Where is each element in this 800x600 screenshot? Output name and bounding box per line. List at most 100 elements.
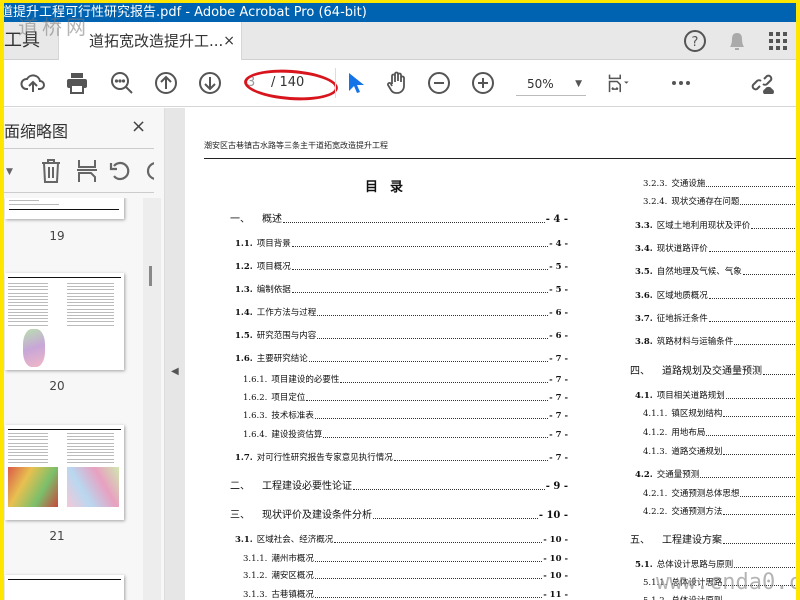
- toc-entry-number: 1.7.: [235, 453, 253, 463]
- toc-entry[interactable]: 3.4. 现状道路评价: [635, 242, 796, 254]
- toc-entry[interactable]: 1.6.3. 技术标准表 - 7 -: [243, 409, 568, 421]
- page-thumbnail[interactable]: [5, 273, 124, 370]
- toc-entry-title: 区域地质概况: [656, 291, 708, 301]
- close-panel-button[interactable]: ×: [131, 116, 146, 137]
- page-thumbnail[interactable]: [5, 198, 124, 219]
- toc-title: 目录: [365, 180, 416, 195]
- divider: [4, 148, 154, 149]
- toc-entry[interactable]: 二、 工程建设必要性论证 - 9 -: [230, 477, 568, 492]
- toc-entry[interactable]: 1.4. 工作方法与过程 - 6 -: [235, 306, 568, 318]
- tab-document[interactable]: 道拓宽改造提升工... ×: [58, 22, 242, 60]
- toc-entry[interactable]: 1.6.1. 项目建设的必要性 - 7 -: [243, 373, 568, 385]
- toc-entry-page: - 7 -: [549, 393, 568, 403]
- zoom-in-icon[interactable]: [470, 70, 496, 96]
- toc-leader-dots: [393, 460, 549, 461]
- close-tab-button[interactable]: ×: [223, 22, 235, 60]
- page-fit-icon[interactable]: [608, 70, 642, 96]
- toc-leader-dots: [708, 321, 796, 322]
- toc-entry[interactable]: 4.1. 项目相关道路规划: [635, 389, 796, 401]
- toc-entry[interactable]: 4.2. 交通量预测: [635, 468, 796, 480]
- pdf-page: 潮安区古巷镇古水路等三条主干道拓宽改造提升工程 目录 一、 概述 - 4 -1.1.…: [185, 108, 796, 600]
- toc-entry[interactable]: 1.6.4. 建设投资估算 - 7 -: [243, 428, 568, 440]
- toc-entry[interactable]: 四、 道路规划及交通量预测: [630, 362, 796, 377]
- toc-entry[interactable]: 3.1.3. 古巷镇概况 - 11 -: [243, 588, 568, 600]
- toc-entry[interactable]: 4.1.2. 用地布局: [643, 426, 796, 438]
- toc-entry[interactable]: 3.3. 区域土地利用现状及评价: [635, 219, 796, 231]
- toc-leader-dots: [763, 374, 796, 375]
- toc-entry[interactable]: 1.2. 项目概况 - 5 -: [235, 260, 568, 272]
- select-cursor-icon[interactable]: [342, 70, 368, 96]
- toc-entry[interactable]: 三、 现状评价及建设条件分析 - 10 -: [230, 506, 568, 521]
- chevron-down-icon: ▼: [575, 79, 582, 89]
- toc-entry[interactable]: 1.6. 主要研究结论 - 7 -: [235, 352, 568, 364]
- thumbnail-text-line: [67, 305, 114, 307]
- toc-entry[interactable]: 4.1.1. 镇区规划结构: [643, 407, 796, 419]
- thumbnail-text-line: [67, 283, 114, 284]
- more-options-icon[interactable]: [668, 70, 694, 96]
- next-page-icon[interactable]: [197, 70, 223, 96]
- rotate-clockwise-icon[interactable]: [144, 158, 154, 186]
- toc-entry-title: 现状交通存在问题: [671, 197, 740, 207]
- toc-entry[interactable]: 4.2.1. 交通预测总体思想: [643, 487, 796, 499]
- toc-entry[interactable]: 3.1. 区域社会、经济概况 - 10 -: [235, 533, 568, 545]
- toc-entry-number: 3.3.: [635, 221, 653, 231]
- divider: [4, 192, 154, 193]
- toc-entry-title: 潮州市概况: [271, 554, 314, 564]
- toc-entry[interactable]: 5.1. 总体设计思路与原则: [635, 558, 796, 570]
- options-dropdown-icon[interactable]: ▼: [6, 158, 13, 186]
- zoom-level-dropdown[interactable]: 50% ▼: [516, 72, 586, 96]
- panel-title: 页面缩略图: [4, 122, 69, 141]
- toc-entry-number: 1.6.4.: [243, 430, 268, 440]
- page-thumbnail[interactable]: [5, 575, 124, 600]
- toc-entry-number: 一、: [230, 214, 250, 225]
- thumbnail-text-line: [8, 439, 48, 441]
- panel-collapse-gutter[interactable]: ◀: [165, 108, 185, 600]
- toc-leader-dots: [317, 338, 549, 339]
- help-icon[interactable]: ?: [682, 28, 708, 54]
- toc-entry[interactable]: 五、 工程建设方案: [630, 531, 796, 546]
- toc-entry-title: 道路规划及交通量预测: [662, 366, 762, 377]
- toc-entry[interactable]: 4.2.2. 交通预测方法: [643, 505, 796, 517]
- toc-entry[interactable]: 3.1.1. 潮州市概况 - 10 -: [243, 552, 568, 564]
- header-rule: [204, 158, 796, 159]
- toc-entry[interactable]: 4.1.3. 道路交通规划: [643, 445, 796, 457]
- toc-entry-title: 交通量预测: [656, 470, 700, 480]
- tab-tools[interactable]: 工具: [4, 22, 40, 60]
- toc-entry[interactable]: 3.7. 征地拆迁条件: [635, 312, 796, 324]
- collapse-arrow-icon[interactable]: ◀: [171, 366, 179, 377]
- print-icon[interactable]: [64, 70, 90, 96]
- toc-entry[interactable]: 3.6. 区域地质概况: [635, 289, 796, 301]
- toc-entry[interactable]: 1.1. 项目背景 - 4 -: [235, 237, 568, 249]
- search-zoom-icon[interactable]: [109, 70, 135, 96]
- title-bar: 道提升工程可行性研究报告.pdf - Adobe Acrobat Pro (64…: [4, 3, 796, 22]
- thumbnails-panel: 页面缩略图 × ▼ 19 20 21: [4, 108, 165, 600]
- notification-bell-icon[interactable]: [724, 28, 750, 54]
- zoom-out-icon[interactable]: [426, 70, 452, 96]
- toc-entry[interactable]: 1.7. 对可行性研究报告专家意见执行情况 - 7 -: [235, 451, 568, 463]
- toc-entry[interactable]: 1.3. 编制依据 - 5 -: [235, 283, 568, 295]
- toc-entry-number: 1.3.: [235, 285, 253, 295]
- delete-page-icon[interactable]: [40, 158, 62, 186]
- toc-entry[interactable]: 3.5. 自然地理及气候、气象: [635, 265, 796, 277]
- share-link-cloud-icon[interactable]: [750, 70, 776, 96]
- toc-leader-dots: [725, 398, 796, 399]
- toc-entry[interactable]: 1.5. 研究范围与内容 - 6 -: [235, 329, 568, 341]
- window-title: 道提升工程可行性研究报告.pdf - Adobe Acrobat Pro (64…: [4, 5, 367, 20]
- toc-entry[interactable]: 3.2.4. 现状交通存在问题: [643, 195, 796, 207]
- thumbnail-text-line: [67, 439, 114, 441]
- rotate-counterclockwise-icon[interactable]: [108, 158, 132, 186]
- toc-entry[interactable]: 1.6.2. 项目定位 - 7 -: [243, 391, 568, 403]
- hand-tool-icon[interactable]: [384, 70, 410, 96]
- scrollbar-thumb[interactable]: [149, 266, 152, 286]
- toc-entry[interactable]: 3.1.2. 潮安区概况 - 10 -: [243, 569, 568, 581]
- apps-grid-icon[interactable]: [766, 28, 792, 54]
- thumbnail-scrollbar[interactable]: [143, 198, 161, 600]
- toc-leader-dots: [340, 382, 549, 383]
- page-thumbnail[interactable]: [5, 425, 124, 520]
- toc-entry[interactable]: 3.8. 筑路材料与运输条件: [635, 335, 796, 347]
- upload-cloud-icon[interactable]: [20, 70, 46, 96]
- insert-page-icon[interactable]: [76, 158, 98, 186]
- toc-entry[interactable]: 一、 概述 - 4 -: [230, 210, 568, 225]
- toc-entry[interactable]: 3.2.3. 交通设施: [643, 177, 796, 189]
- previous-page-icon[interactable]: [153, 70, 179, 96]
